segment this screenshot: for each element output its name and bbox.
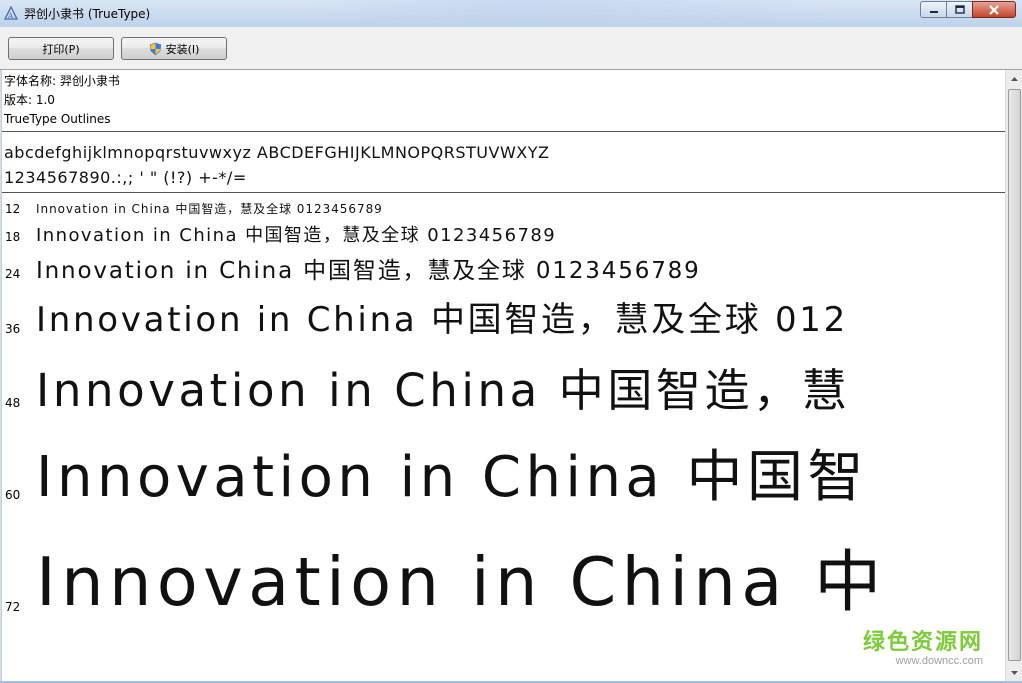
charset-digits: 1234567890.:,; ' " (!?) +-*/= [4,168,247,187]
sample-size-label: 72 [5,600,21,614]
font-preview-area[interactable]: 字体名称: 羿创小隶书 版本: 1.0 TrueType Outlines ab… [1,70,1005,681]
title-bar[interactable]: A 羿创小隶书 (TrueType) [0,0,1022,27]
print-button[interactable]: 打印(P) [8,37,114,60]
sample-size-label: 18 [5,230,21,244]
chevron-up-icon [1011,76,1018,81]
sample-text: Innovation in China 中国智造，慧 [36,364,851,417]
font-info: 字体名称: 羿创小隶书 版本: 1.0 TrueType Outlines [4,72,120,129]
chevron-down-icon [1011,670,1018,675]
sample-size-label: 60 [5,488,21,502]
font-name: 字体名称: 羿创小隶书 [4,74,120,88]
maximize-icon [954,5,965,14]
sample-text: Innovation in China 中国智造，慧及全球 0123456789 [36,225,557,246]
scroll-thumb[interactable] [1008,89,1021,661]
font-version: 版本: 1.0 [4,93,55,107]
close-button[interactable] [972,1,1016,18]
sample-text: Innovation in China 中国智 [36,445,868,510]
sample-size-label: 48 [5,396,21,410]
sample-size-label: 12 [5,202,21,216]
watermark-logo-text: 绿色资源网 [862,630,983,655]
sample-text: Innovation in China 中国智造，慧及全球 012 [36,300,849,340]
sample-text: Innovation in China 中 [36,543,887,621]
charset-letters: abcdefghijklmnopqrstuvwxyz ABCDEFGHIJKLM… [4,143,550,162]
sample-size-label: 24 [5,267,21,281]
scroll-down-button[interactable] [1006,664,1022,681]
sample-size-label: 36 [5,322,21,336]
minimize-button[interactable] [920,1,946,18]
divider [2,192,1005,193]
vertical-scrollbar[interactable] [1005,70,1022,681]
window-title: 羿创小隶书 (TrueType) [24,7,151,21]
print-button-label: 打印(P) [42,42,80,56]
sample-text: Innovation in China 中国智造，慧及全球 0123456789 [36,258,701,284]
font-outline-type: TrueType Outlines [4,112,111,126]
scroll-up-button[interactable] [1006,70,1022,87]
watermark: 绿色资源网 www.downcc.com [863,632,983,667]
maximize-button[interactable] [946,1,972,18]
font-file-icon: A [4,6,18,20]
window-controls [920,1,1016,18]
divider [2,131,1005,132]
minimize-icon [929,10,938,13]
sample-text: Innovation in China 中国智造，慧及全球 0123456789 [36,202,383,216]
close-icon [989,4,999,15]
install-button[interactable]: 安装(I) [121,37,227,60]
shield-icon [149,42,161,55]
install-button-label: 安装(I) [165,42,200,56]
svg-text:A: A [7,12,14,20]
watermark-url: www.downcc.com [895,655,983,667]
title-bar-background [300,0,860,27]
toolbar: 打印(P) 安装(I) [0,27,1022,70]
